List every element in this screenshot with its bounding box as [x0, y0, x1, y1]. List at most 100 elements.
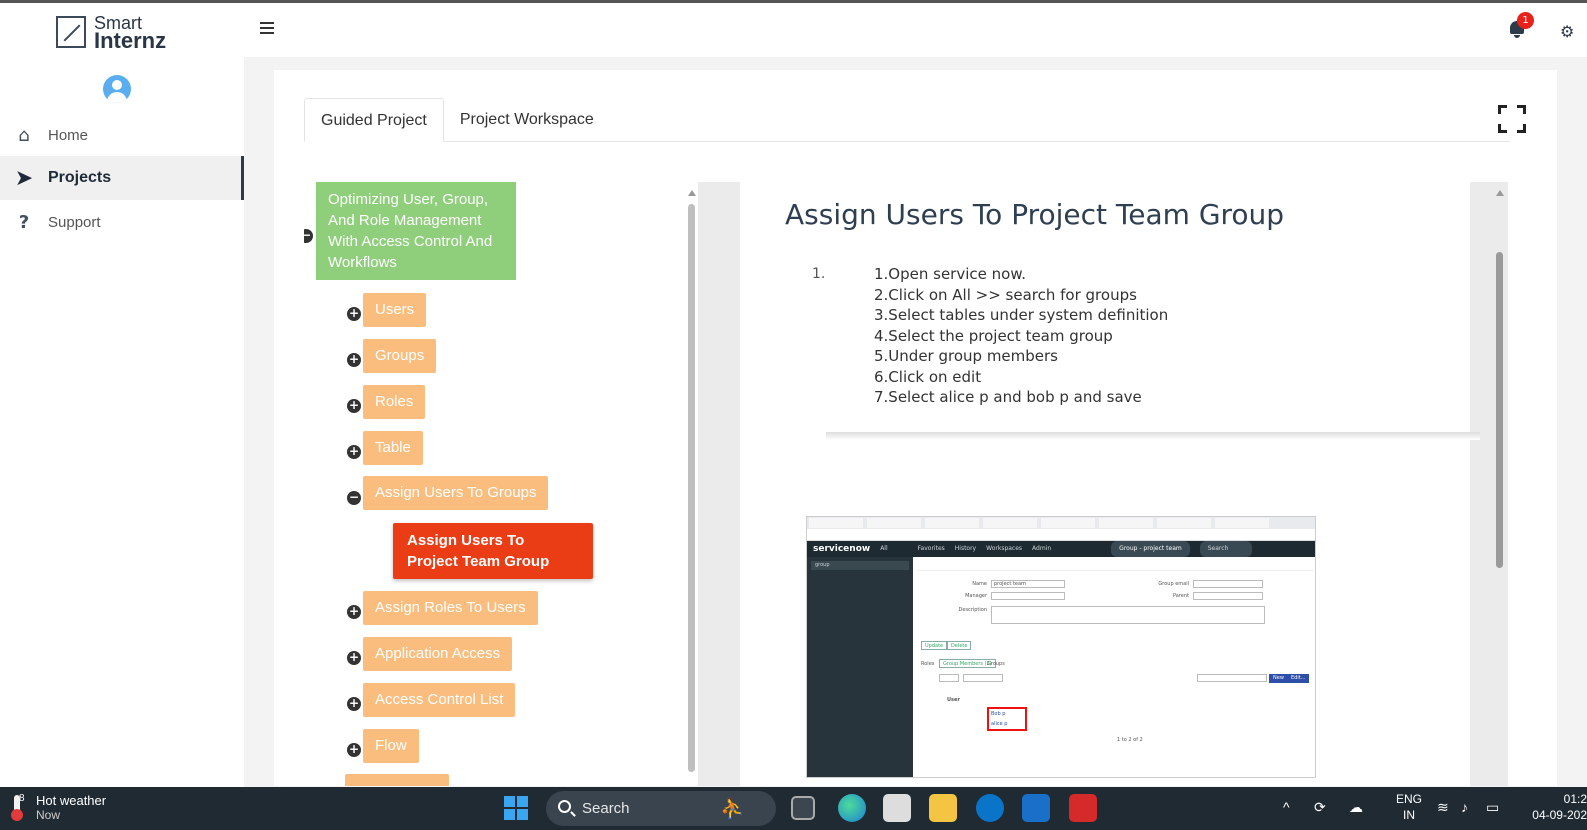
name-label: Name: [972, 581, 987, 587]
outlook-icon[interactable]: [1022, 794, 1050, 822]
dell-icon[interactable]: [976, 794, 1004, 822]
nav-menu-item: History: [954, 545, 977, 552]
tree-node-groups[interactable]: Groups: [363, 339, 437, 373]
clock[interactable]: 01:2 04-09-202: [1519, 791, 1587, 823]
tree-node-partial[interactable]: [345, 774, 449, 786]
browser-tab: [925, 518, 979, 528]
main-panel: Guided Project Project Workspace − Optim…: [274, 70, 1557, 786]
expand-icon[interactable]: +: [347, 399, 361, 413]
parent-label: Parent: [1172, 593, 1189, 599]
tree-node-table[interactable]: Table: [363, 431, 423, 465]
sidebar-item-support[interactable]: ? Support: [0, 200, 244, 244]
list-number: 1.: [812, 266, 826, 282]
question-icon: ?: [18, 211, 30, 233]
expand-icon[interactable]: +: [347, 743, 361, 757]
actions-select: [1197, 674, 1267, 682]
weather-badge: 8: [19, 793, 25, 804]
search-icon: [558, 800, 571, 813]
tree-scrollbar[interactable]: [688, 186, 696, 776]
tree-node-assign-users-to-groups[interactable]: Assign Users To Groups: [363, 476, 549, 510]
language-top: ENG: [1396, 792, 1423, 806]
mcafee-icon[interactable]: [1069, 794, 1097, 822]
store-icon[interactable]: [883, 794, 911, 822]
edit-button: Edit...: [1287, 674, 1310, 683]
browser-tab: [983, 518, 1037, 528]
new-button: New: [1269, 674, 1288, 683]
avatar[interactable]: [103, 75, 131, 103]
content-scrollbar[interactable]: [1496, 186, 1504, 776]
fullscreen-icon[interactable]: [1498, 105, 1526, 133]
groups-tab: Groups: [987, 661, 1005, 667]
expand-icon[interactable]: +: [347, 445, 361, 459]
sidebar-item-label: Home: [48, 126, 89, 144]
weather-sub: Now: [36, 808, 61, 822]
step-item: 1.Open service now.: [874, 265, 1026, 283]
sidebar-item-home[interactable]: ⌂ Home: [0, 113, 244, 157]
name-field: project team: [991, 580, 1065, 588]
tree-node-flow[interactable]: Flow: [363, 729, 419, 763]
divider: [826, 432, 1480, 440]
list-search: [963, 674, 1003, 682]
edge-icon[interactable]: [838, 794, 866, 822]
sidebar-item-label: Projects: [48, 169, 112, 186]
task-view-icon[interactable]: [791, 796, 815, 820]
menu-icon[interactable]: [260, 22, 274, 37]
collapse-icon[interactable]: −: [304, 229, 313, 243]
tree-node-access-control-list[interactable]: Access Control List: [363, 683, 516, 717]
filter-input: group: [811, 561, 909, 570]
step-item: 5.Under group members: [874, 347, 1058, 365]
language-indicator[interactable]: ENG IN: [1396, 791, 1422, 823]
collapse-icon[interactable]: −: [347, 491, 361, 505]
nav-menu-item: Favorites: [917, 545, 945, 552]
tree-node-users[interactable]: Users: [363, 293, 427, 327]
windows-start-icon[interactable]: [504, 796, 528, 820]
expand-icon[interactable]: +: [347, 353, 361, 367]
thermometer-icon: 8: [8, 793, 26, 823]
expand-icon[interactable]: +: [347, 651, 361, 665]
weather-widget[interactable]: 8 Hot weather Now: [8, 793, 106, 823]
servicenow-screenshot: servicenow All Favorites History Workspa…: [806, 516, 1316, 778]
tree-root-node[interactable]: Optimizing User, Group, And Role Managem…: [316, 182, 516, 280]
gear-icon[interactable]: ⚙: [1560, 24, 1574, 40]
expand-icon[interactable]: +: [347, 605, 361, 619]
group-email-field: [1193, 580, 1263, 588]
scroll-thumb[interactable]: [1496, 252, 1503, 568]
expand-icon[interactable]: +: [347, 697, 361, 711]
notification-badge: 1: [1517, 12, 1534, 29]
scroll-up-icon[interactable]: [688, 190, 696, 196]
pager: 1 to 2 of 2: [1117, 737, 1143, 743]
browser-tab: [1099, 518, 1153, 528]
logo-text: Smart Internz: [94, 14, 166, 52]
cloud-icon[interactable]: ☁: [1349, 799, 1363, 816]
file-explorer-icon[interactable]: [929, 794, 957, 822]
app-header: Smart Internz 1 ⚙: [0, 3, 1587, 57]
paper-plane-icon: ➤: [14, 165, 34, 191]
nav-menu-item: All: [880, 545, 888, 552]
tree-node-application-access[interactable]: Application Access: [363, 637, 513, 671]
tree-node-assign-users-to-project-team-group[interactable]: Assign Users To Project Team Group: [393, 523, 593, 579]
scroll-thumb[interactable]: [688, 204, 695, 772]
browser-url-bar: [807, 529, 1315, 541]
tab-project-workspace[interactable]: Project Workspace: [444, 98, 610, 142]
browser-tab: [1157, 518, 1211, 528]
tree-node-assign-roles-to-users[interactable]: Assign Roles To Users: [363, 591, 538, 625]
wifi-icon[interactable]: ≋: [1437, 799, 1449, 816]
sync-icon[interactable]: ⟳: [1314, 799, 1326, 816]
logo[interactable]: Smart Internz: [56, 14, 166, 52]
nav-menu-item: Workspaces: [986, 545, 1023, 552]
chevron-up-icon[interactable]: ^: [1283, 799, 1290, 815]
form-header: [917, 561, 1313, 571]
volume-icon[interactable]: ♪: [1461, 799, 1468, 815]
tab-guided-project[interactable]: Guided Project: [304, 98, 444, 142]
taskbar-search[interactable]: Search ⛹: [546, 791, 776, 826]
home-icon: ⌂: [18, 124, 30, 146]
sidebar-item-projects[interactable]: ➤ Projects: [0, 156, 244, 200]
search-pill: Search: [1199, 541, 1253, 557]
scroll-up-icon[interactable]: [1496, 190, 1504, 196]
battery-icon[interactable]: ▭: [1486, 799, 1499, 816]
list-filter: [939, 674, 959, 682]
expand-icon[interactable]: +: [347, 307, 361, 321]
roles-tab: Roles: [921, 661, 935, 667]
group-email-label: Group email: [1158, 581, 1189, 587]
tree-node-roles[interactable]: Roles: [363, 385, 426, 419]
